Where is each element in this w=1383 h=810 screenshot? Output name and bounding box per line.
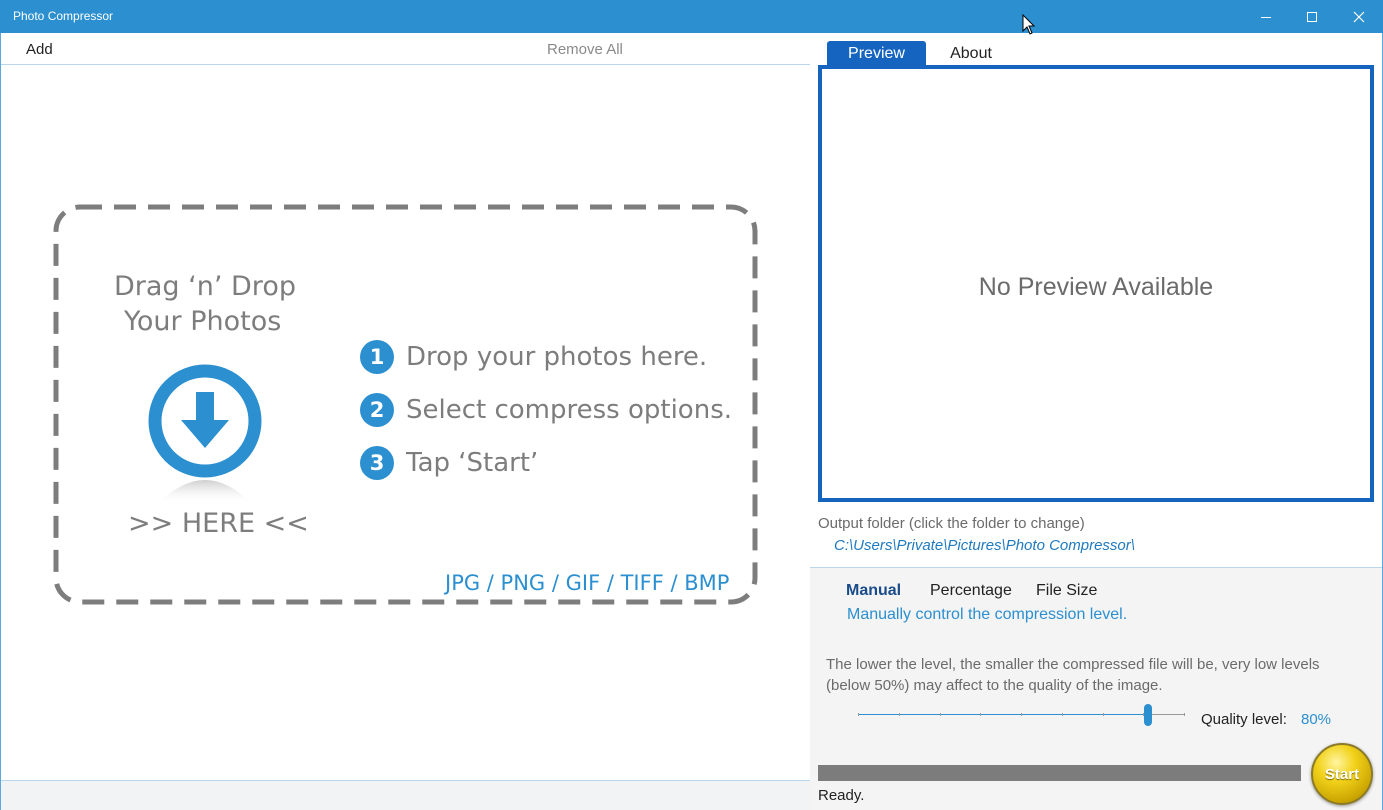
title-bar: Photo Compressor bbox=[0, 0, 1383, 33]
step-2: 2 Select compress options. bbox=[360, 392, 732, 428]
output-folder-label: Output folder (click the folder to chang… bbox=[818, 515, 1085, 532]
step-text: Select compress options. bbox=[406, 395, 733, 425]
supported-formats: JPG / PNG / GIF / TIFF / BMP bbox=[445, 571, 730, 595]
minimize-icon bbox=[1261, 16, 1271, 18]
slider-tick bbox=[940, 713, 941, 716]
slider-tick bbox=[1184, 713, 1185, 716]
tab-preview[interactable]: Preview bbox=[827, 41, 926, 66]
step-number-badge: 3 bbox=[360, 446, 394, 480]
left-status-bar bbox=[1, 780, 810, 810]
close-icon bbox=[1353, 11, 1365, 22]
here-label: >> HERE << bbox=[128, 508, 309, 539]
window-title: Photo Compressor bbox=[13, 9, 114, 23]
step-text: Tap ‘Start’ bbox=[406, 448, 539, 478]
slider-fill bbox=[858, 714, 1148, 715]
compression-options: Manual Percentage File Size Manually con… bbox=[810, 567, 1382, 810]
mode-tab-manual[interactable]: Manual bbox=[846, 582, 901, 600]
no-preview-text: No Preview Available bbox=[978, 273, 1214, 301]
slider-tick bbox=[899, 713, 900, 716]
download-arrow-icon bbox=[148, 364, 262, 504]
close-button[interactable] bbox=[1336, 0, 1382, 33]
mode-tab-file-size[interactable]: File Size bbox=[1036, 582, 1097, 600]
slider-tick bbox=[858, 713, 859, 716]
maximize-icon bbox=[1307, 11, 1317, 22]
quality-level-value: 80% bbox=[1301, 711, 1332, 728]
step-3: 3 Tap ‘Start’ bbox=[360, 445, 538, 481]
mouse-cursor-icon bbox=[1022, 14, 1036, 35]
file-toolbar: Add Remove All bbox=[1, 33, 810, 65]
step-1: 1 Drop your photos here. bbox=[360, 339, 707, 375]
preview-area: No Preview Available bbox=[818, 65, 1374, 502]
step-number-badge: 2 bbox=[360, 393, 394, 427]
status-text: Ready. bbox=[818, 787, 865, 804]
step-number-badge: 1 bbox=[360, 340, 394, 374]
quality-hint: The lower the level, the smaller the com… bbox=[826, 656, 1320, 694]
remove-all-button[interactable]: Remove All bbox=[547, 41, 623, 58]
slider-tick bbox=[1062, 713, 1063, 716]
mode-description: Manually control the compression level. bbox=[847, 606, 1128, 623]
slider-tick bbox=[1103, 713, 1104, 716]
photo-list[interactable]: Drag ‘n’ Drop Your Photos >> HERE << 1 D… bbox=[1, 66, 810, 780]
tab-about[interactable]: About bbox=[934, 41, 1008, 66]
drop-title-line-1: Drag ‘n’ Drop bbox=[114, 271, 296, 302]
start-button[interactable]: Start bbox=[1311, 743, 1373, 805]
output-folder-link[interactable]: C:\Users\Private\Pictures\Photo Compress… bbox=[834, 537, 1135, 554]
quality-level-label: Quality level: bbox=[1201, 711, 1287, 728]
quality-slider[interactable] bbox=[858, 704, 1188, 726]
step-text: Drop your photos here. bbox=[406, 342, 708, 372]
drop-zone[interactable]: Drag ‘n’ Drop Your Photos >> HERE << 1 D… bbox=[1, 66, 810, 780]
slider-thumb[interactable] bbox=[1144, 704, 1152, 726]
progress-bar bbox=[818, 765, 1301, 781]
minimize-button[interactable] bbox=[1243, 0, 1289, 33]
maximize-button[interactable] bbox=[1289, 0, 1335, 33]
start-label: Start bbox=[1324, 765, 1360, 783]
slider-tick bbox=[1021, 713, 1022, 716]
add-button[interactable]: Add bbox=[26, 41, 53, 58]
drop-title-line-2: Your Photos bbox=[124, 306, 282, 337]
mode-tab-percentage[interactable]: Percentage bbox=[930, 582, 1012, 600]
slider-tick bbox=[980, 713, 981, 716]
